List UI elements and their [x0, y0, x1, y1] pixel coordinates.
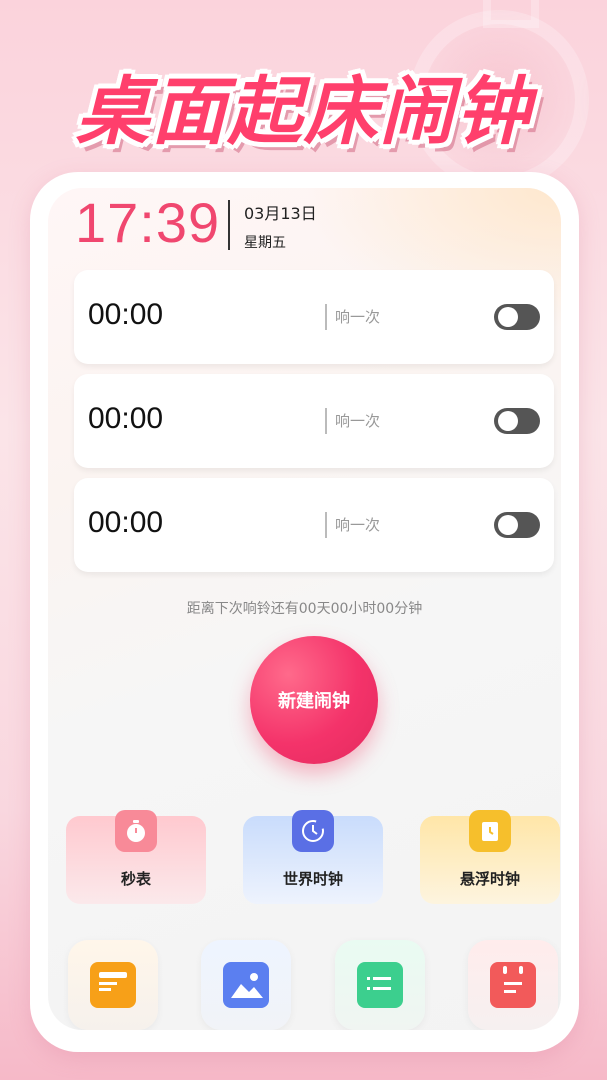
list-icon	[357, 962, 403, 1008]
app-screen: 17:39 03月13日 星期五 00:00 响一次 00:00 响一次 00:…	[48, 188, 561, 1030]
banner-title: 桌面起床闹钟	[75, 69, 532, 155]
alarm-item[interactable]: 00:00 响一次	[74, 478, 554, 572]
alarm-separator	[325, 408, 327, 434]
world-clock-button[interactable]: 世界时钟	[243, 810, 383, 904]
stopwatch-button[interactable]: 秒表	[66, 810, 206, 904]
alarm-repeat-label: 响一次	[335, 308, 381, 326]
current-weekday: 星期五	[244, 235, 286, 251]
new-alarm-label: 新建闹钟	[278, 691, 350, 712]
receipt-app-button[interactable]	[68, 940, 158, 1030]
image-app-button[interactable]	[201, 940, 291, 1030]
alarm-item[interactable]: 00:00 响一次	[74, 374, 554, 468]
alarm-toggle[interactable]	[494, 512, 540, 538]
calendar-icon	[490, 962, 536, 1008]
alarm-time: 00:00	[88, 506, 164, 539]
alarm-toggle[interactable]	[494, 304, 540, 330]
tool-label: 世界时钟	[282, 870, 343, 888]
world-clock-icon	[292, 810, 334, 852]
current-time: 17:39	[75, 191, 221, 254]
calendar-app-button[interactable]	[468, 940, 558, 1030]
alarm-separator	[325, 512, 327, 538]
alarm-repeat-label: 响一次	[335, 516, 381, 534]
clock-divider	[228, 200, 230, 250]
alarm-time: 00:00	[88, 298, 164, 331]
alarm-separator	[325, 304, 327, 330]
stopwatch-icon	[115, 810, 157, 852]
new-alarm-button[interactable]: 新建闹钟	[250, 636, 378, 764]
alarm-repeat-label: 响一次	[335, 412, 381, 430]
floating-clock-button[interactable]: 悬浮时钟	[420, 810, 560, 904]
receipt-icon	[90, 962, 136, 1008]
alarm-time: 00:00	[88, 402, 164, 435]
tool-label: 秒表	[120, 870, 151, 888]
toggle-knob	[498, 307, 518, 327]
alarm-toggle[interactable]	[494, 408, 540, 434]
image-icon	[223, 962, 269, 1008]
list-app-button[interactable]	[335, 940, 425, 1030]
floating-clock-icon	[469, 810, 511, 852]
phone-frame: 17:39 03月13日 星期五 00:00 响一次 00:00 响一次 00:…	[30, 172, 579, 1052]
alarm-item[interactable]: 00:00 响一次	[74, 270, 554, 364]
toggle-knob	[498, 515, 518, 535]
next-alarm-countdown: 距离下次响铃还有00天00小时00分钟	[186, 601, 423, 617]
tool-label: 悬浮时钟	[459, 870, 520, 888]
toggle-knob	[498, 411, 518, 431]
current-date: 03月13日	[244, 204, 317, 223]
